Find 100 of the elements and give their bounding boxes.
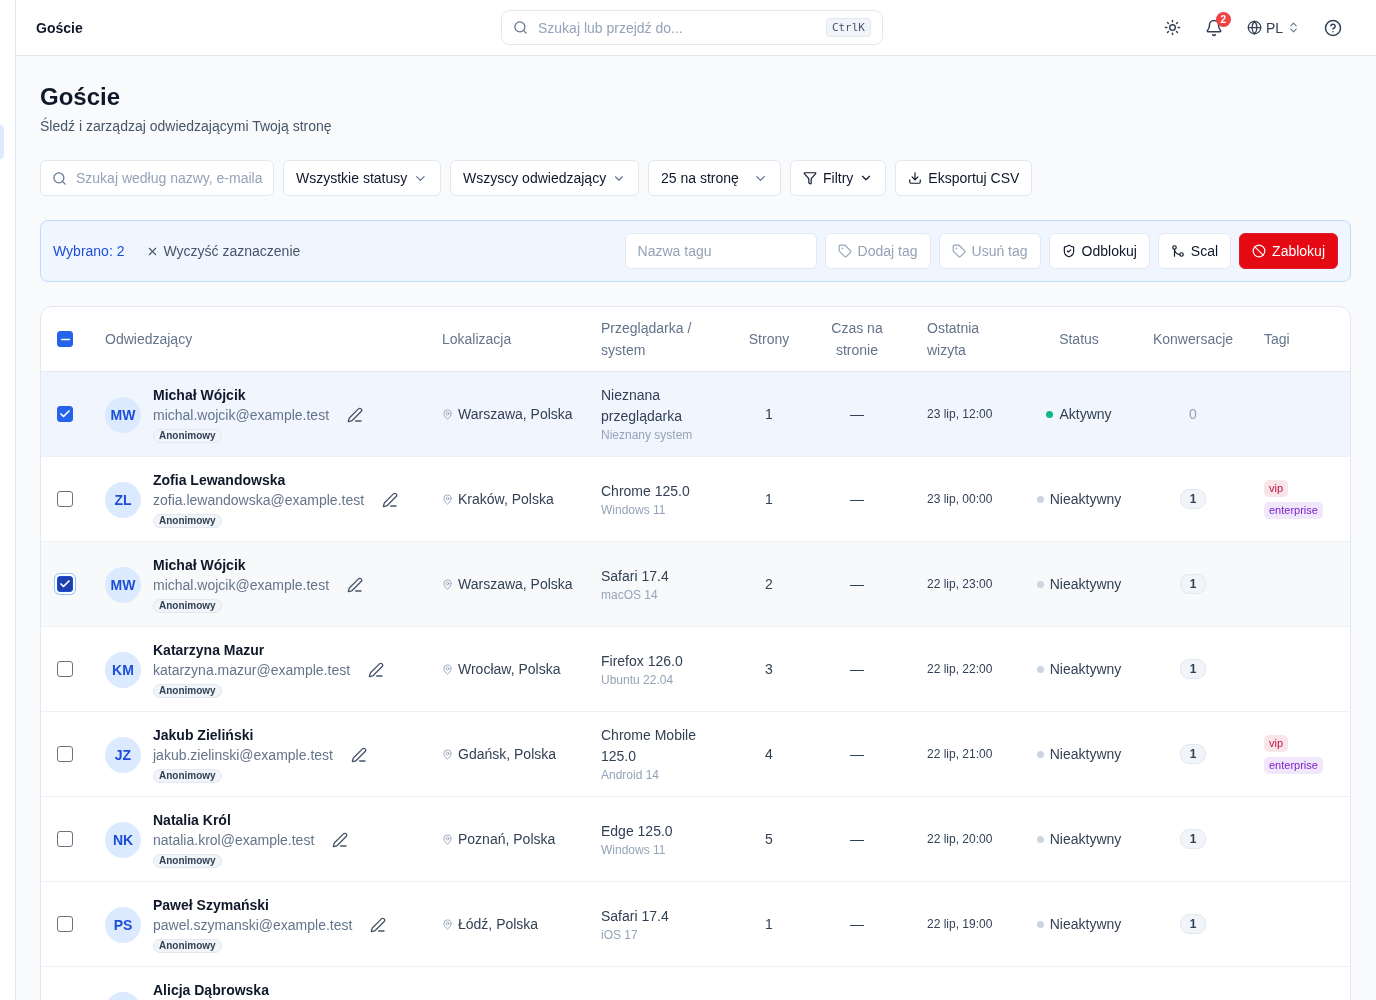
row-checkbox[interactable] [57,406,73,422]
notifications-button[interactable]: 2 [1198,12,1229,43]
merge-button[interactable]: Scal [1157,233,1232,269]
status-label: Nieaktywny [1049,745,1122,764]
location-text: Wrocław, Polska [458,660,561,679]
clear-selection-button[interactable]: Wyczyść zaznaczenie [146,243,301,259]
edit-icon[interactable] [350,747,367,763]
language-selector[interactable]: PL [1240,13,1306,42]
visitor-type-badge: Anonimowy [153,939,222,953]
visitor-name: Michał Wójcik [153,386,246,404]
visitor-email: michal.wojcik@example.test [153,576,330,595]
browser-name: Nieznana przeglądarka [601,386,683,426]
check-icon [59,408,71,420]
location-text: Warszawa, Polska [458,575,573,594]
filter-select[interactable]: Wszyscy odwiedzający [450,160,639,196]
browser-name: Chrome Mobile 125.0 [601,726,697,766]
edit-icon[interactable] [382,492,399,508]
filter-select[interactable]: 25 na stronę [648,160,781,196]
time-on-page: — [850,830,864,849]
pages-count: 5 [765,830,773,849]
notification-count: 2 [1215,11,1231,27]
browser-name: Chrome 125.0 [601,481,690,501]
pages-count: 4 [765,745,773,764]
column-header: Czas na stronie [830,319,884,360]
column-header: Lokalizacja [442,330,512,349]
visitor-name: Alicja Dąbrowska [153,981,269,999]
last-visit: 23 lip, 00:00 [927,491,993,507]
visitor-name: Jakub Zieliński [153,726,254,744]
shortcut-key: CtrlK [825,18,871,37]
row-checkbox[interactable] [57,831,73,847]
os-name: Windows 11 [601,841,666,858]
map-pin-icon [442,918,453,930]
column-header: Konwersacje [1152,330,1234,349]
visitor-type-badge: Anonimowy [153,769,222,783]
tag-name-input[interactable]: Nazwa tagu [624,233,817,269]
visitor-name: Michał Wójcik [153,556,246,574]
select-all-checkbox[interactable] [57,331,73,347]
status-label: Aktywny [1059,405,1112,424]
avatar: NK [105,822,141,858]
shield-check-icon [1061,244,1076,258]
search-input[interactable]: Szukaj według nazwy, e-maila [40,160,274,196]
visitor-name: Natalia Król [153,811,231,829]
column-header: Przeglądarka / system [601,319,693,360]
row-checkbox[interactable] [57,576,73,592]
check-icon [59,578,71,590]
filter-icon [803,171,817,185]
os-name: Android 14 [601,767,660,783]
map-pin-icon [442,408,453,420]
edit-icon[interactable] [332,832,349,848]
page-subtitle: Śledź i zarządzaj odwiedzającymi Twoją stronę [40,116,333,136]
row-checkbox[interactable] [57,916,73,932]
last-visit: 22 lip, 22:00 [927,661,993,677]
map-pin-icon [442,493,453,505]
edit-icon[interactable] [370,917,387,933]
row-checkbox[interactable] [57,746,73,762]
export-button[interactable]: Eksportuj CSV [895,160,1033,196]
time-on-page: — [850,490,864,509]
visitor-email: michal.wojcik@example.test [153,406,330,425]
visitor-name: Paweł Szymański [153,896,269,914]
browser-name: Safari 17.4 [601,566,669,586]
time-on-page: — [850,660,864,679]
block-button[interactable]: Zablokuj [1239,233,1338,269]
map-pin-icon [442,663,453,675]
visitor-email: katarzyna.mazur@example.test [153,661,351,680]
time-on-page: — [850,745,864,764]
avatar: MW [105,397,141,433]
selection-count: Wybrano: 2 [53,243,125,259]
conversation-count-badge: 1 [1179,574,1207,594]
last-visit: 22 lip, 23:00 [927,576,993,592]
help-icon [1324,18,1342,37]
conversation-count: 0 [1189,406,1197,422]
conversation-count-badge: 1 [1179,489,1207,509]
pages-count: 1 [765,490,773,509]
browser-name: Firefox 126.0 [601,651,683,671]
visitor-type-badge: Anonimowy [153,684,222,698]
edit-icon[interactable] [347,577,364,593]
os-name: Ubuntu 22.04 [601,671,674,688]
avatar: PS [105,907,141,943]
visitor-type-badge: Anonimowy [153,429,222,443]
nav-item-highlight [0,125,4,159]
search-icon [52,170,67,186]
app-title: Goście [36,19,83,36]
unblock-button[interactable]: Odblokuj [1048,233,1150,269]
edit-icon[interactable] [368,662,385,678]
column-header: Strony [748,330,790,349]
status-label: Nieaktywny [1049,830,1122,849]
page-title: Goście [40,82,122,112]
map-pin-icon [442,578,453,590]
pages-count: 3 [765,660,773,679]
edit-icon[interactable] [347,407,364,423]
status-label: Nieaktywny [1049,490,1122,509]
filter-select[interactable]: Wszystkie statusy [283,160,441,196]
row-checkbox[interactable] [57,661,73,677]
row-checkbox[interactable] [57,491,73,507]
tag-chip: vip [1264,480,1289,497]
visitor-email: jakub.zielinski@example.test [153,746,333,765]
pages-count: 2 [765,575,773,594]
last-visit: 22 lip, 19:00 [927,916,993,932]
filters-button[interactable]: Filtry [790,160,887,196]
conversation-count-badge: 1 [1179,829,1207,849]
